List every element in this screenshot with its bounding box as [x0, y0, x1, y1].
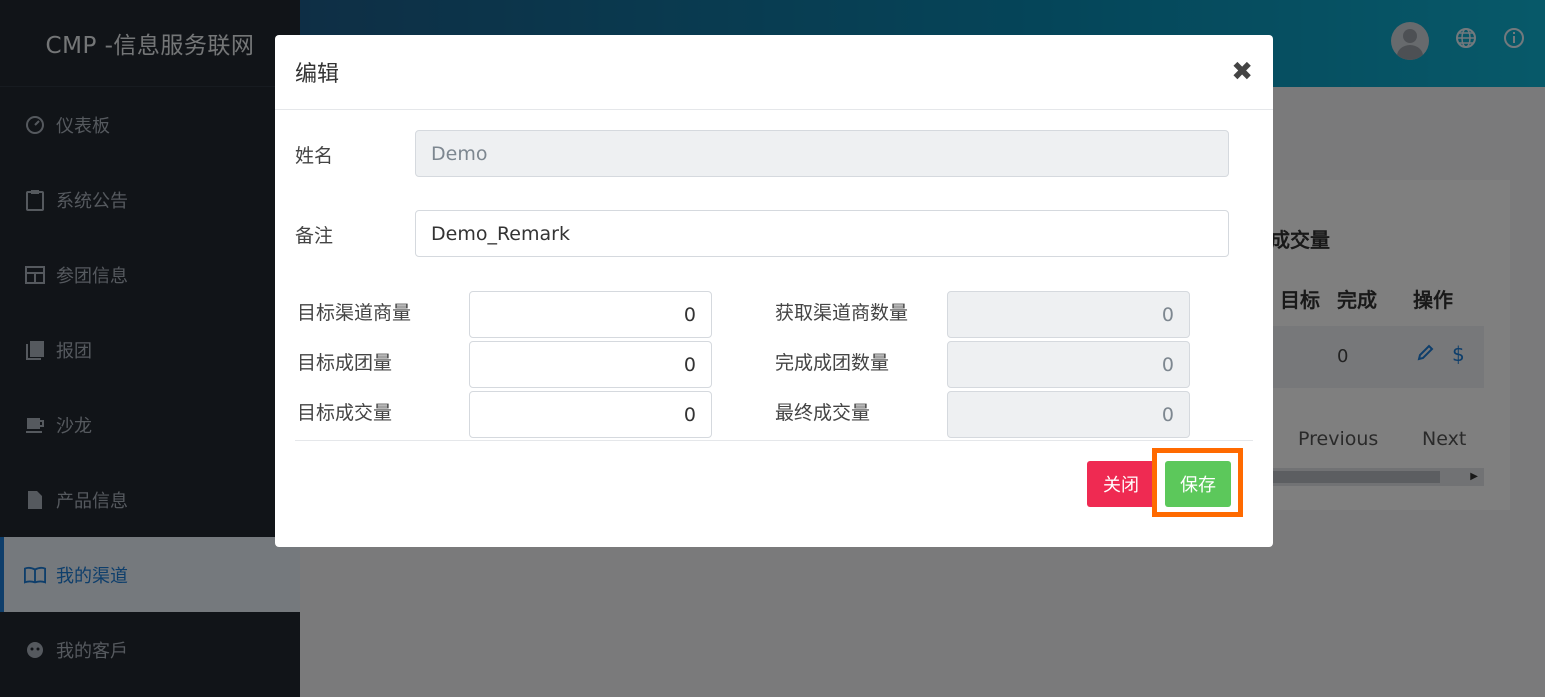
remark-label: 备注: [295, 225, 334, 247]
save-button-highlight: [1152, 448, 1243, 517]
final-deal-field: 0: [947, 391, 1190, 438]
edit-modal: 编辑 ✖ 姓名 Demo 备注 Demo_Remark 目标渠道商量 0 目标成…: [275, 35, 1273, 547]
final-deal-label: 最终成交量: [775, 402, 871, 424]
acquired-channel-field: 0: [947, 291, 1190, 338]
close-button[interactable]: 关闭: [1087, 461, 1155, 507]
acquired-channel-label: 获取渠道商数量: [775, 302, 909, 324]
close-icon[interactable]: ✖: [1231, 57, 1253, 87]
target-deal-input[interactable]: 0: [469, 391, 712, 438]
target-deal-label: 目标成交量: [297, 402, 393, 424]
modal-title: 编辑: [295, 62, 340, 87]
remark-field[interactable]: Demo_Remark: [415, 210, 1229, 257]
target-channel-label: 目标渠道商量: [297, 302, 412, 324]
completed-group-label: 完成成团数量: [775, 352, 890, 374]
name-field: Demo: [415, 130, 1229, 177]
target-channel-input[interactable]: 0: [469, 291, 712, 338]
modal-header: 编辑 ✖: [275, 35, 1273, 110]
completed-group-field: 0: [947, 341, 1190, 388]
name-label: 姓名: [295, 145, 334, 167]
footer-divider: [295, 440, 1253, 441]
target-group-input[interactable]: 0: [469, 341, 712, 388]
target-group-label: 目标成团量: [297, 352, 393, 374]
